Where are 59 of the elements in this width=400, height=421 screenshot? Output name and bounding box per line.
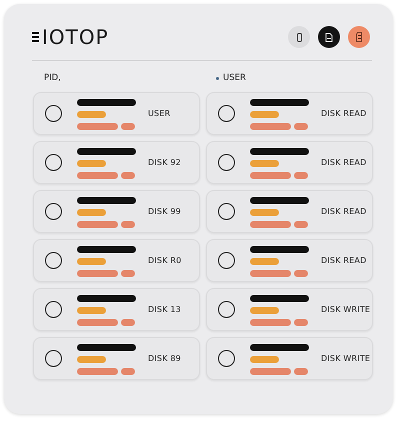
placeholder-bars-drawing [250,244,309,276]
column-header: PID, [44,73,61,83]
radio-button[interactable] [218,105,235,122]
card-label: DISK 13 [148,305,181,314]
app-title: IOTOP [42,25,109,49]
document-button[interactable] [318,26,340,48]
phone-icon [296,32,302,42]
radio-button[interactable] [218,301,235,318]
process-card[interactable]: DISK 89 [33,337,200,380]
radio-button[interactable] [45,154,62,171]
card-label: DISK WRITE [321,354,370,363]
process-card[interactable]: DISK READ [206,92,373,135]
placeholder-bars-drawing [77,98,136,130]
card-label: DISK WRITE [321,305,370,314]
placeholder-bars-drawing [77,342,136,374]
card-label: DISK READ [321,256,366,265]
storage-button[interactable] [348,26,370,48]
placeholder-bars-drawing [77,196,136,228]
process-card[interactable]: DISK READ [206,141,373,184]
radio-button[interactable] [45,252,62,269]
document-icon [325,32,333,42]
placeholder-bars-drawing [250,294,309,326]
card-label: USER [148,109,170,118]
column-header: USER [223,73,246,83]
radio-button[interactable] [45,350,62,367]
placeholder-bars-drawing [77,294,136,326]
placeholder-bars-drawing [250,196,309,228]
bullet-dot [216,76,219,80]
radio-button[interactable] [218,154,235,171]
process-card[interactable]: DISK READ [206,239,373,282]
card-label: DISK READ [321,207,366,216]
process-card[interactable]: DISK 92 [33,141,200,184]
process-card[interactable]: DISK WRITE [206,288,373,331]
process-card[interactable]: DISK READ [206,190,373,233]
radio-button[interactable] [218,252,235,269]
process-card[interactable]: DISK R0 [33,239,200,282]
card-label: DISK 89 [148,354,181,363]
radio-button[interactable] [218,350,235,367]
card-label: DISK READ [321,109,366,118]
card-label: DISK R0 [148,256,182,265]
process-card[interactable]: DISK WRITE [206,337,373,380]
process-card[interactable]: DISK 99 [33,190,200,233]
menu-icon[interactable] [32,32,39,42]
card-label: DISK 99 [148,207,181,216]
process-card[interactable]: USER [33,92,200,135]
storage-icon [356,32,362,42]
card-label: DISK READ [321,158,366,167]
placeholder-bars-drawing [77,244,136,276]
placeholder-bars-drawing [250,146,309,178]
radio-button[interactable] [45,301,62,318]
placeholder-bars-drawing [250,98,309,130]
placeholder-bars-drawing [250,342,309,374]
placeholder-bars-drawing [77,146,136,178]
card-label: DISK 92 [148,158,181,167]
radio-button[interactable] [45,203,62,220]
radio-button[interactable] [45,105,62,122]
phone-button[interactable] [288,26,310,48]
radio-button[interactable] [218,203,235,220]
process-card[interactable]: DISK 13 [33,288,200,331]
